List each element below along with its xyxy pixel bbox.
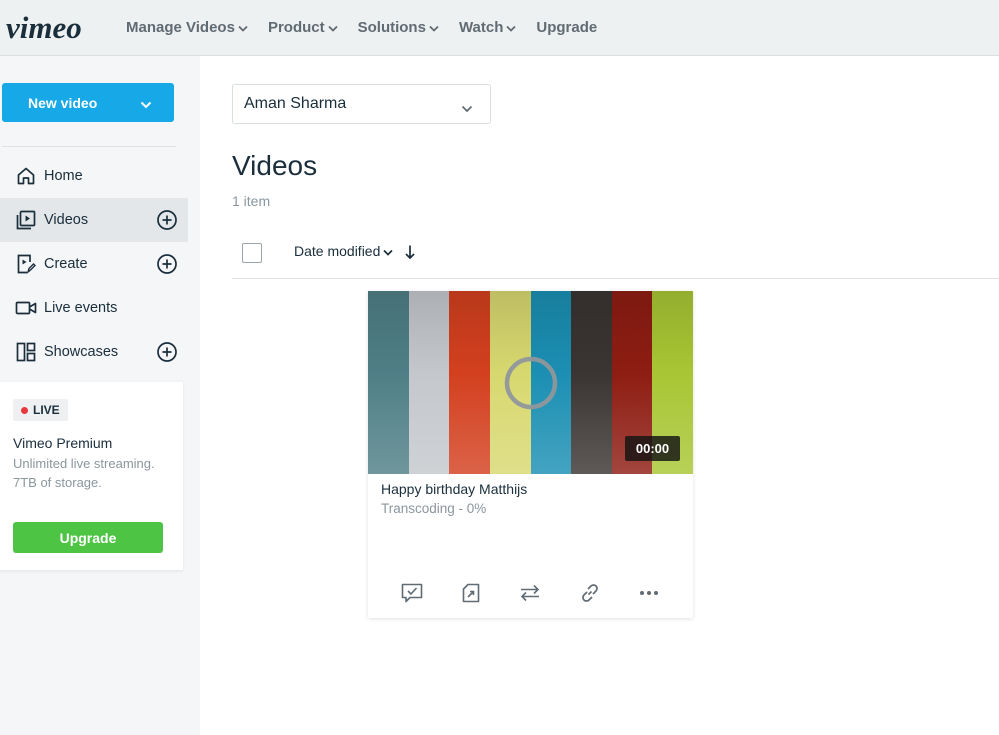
chevron-down-icon: [429, 19, 439, 36]
thumbnail-color-bar: [571, 291, 612, 474]
live-dot-icon: [21, 406, 28, 414]
chevron-down-icon: [327, 19, 338, 36]
nav-manage-videos[interactable]: Manage Videos: [126, 19, 248, 36]
video-actions: [368, 580, 693, 606]
nav-label: Solutions: [357, 19, 426, 36]
live-badge-label: LIVE: [33, 403, 60, 417]
sort-label: Date modified: [294, 243, 381, 259]
chevron-down-icon: [383, 243, 393, 259]
video-card[interactable]: 00:00 Happy birthday Matthijs Transcodin…: [368, 291, 693, 618]
chevron-down-icon: [461, 100, 473, 118]
nav-upgrade[interactable]: Upgrade: [536, 19, 597, 36]
item-count: 1 item: [232, 193, 271, 209]
nav-product[interactable]: Product: [268, 19, 338, 36]
thumbnail-color-bar: [408, 291, 450, 474]
nav-label: Watch: [458, 19, 504, 36]
sidebar-item-label: Videos: [44, 212, 89, 228]
sidebar-item-create[interactable]: Create: [0, 242, 188, 286]
sidebar-item-showcases[interactable]: Showcases: [0, 330, 188, 374]
vimeo-logo[interactable]: vimeo: [6, 8, 110, 48]
list-divider: [232, 278, 999, 279]
video-status: Transcoding - 0%: [381, 501, 487, 516]
live-badge: LIVE: [13, 399, 68, 421]
camera-icon: [15, 297, 37, 319]
sidebar-item-label: Live events: [44, 300, 118, 316]
sidebar-item-home[interactable]: Home: [0, 154, 188, 198]
sidebar-item-label: Showcases: [44, 344, 119, 360]
sidebar: New video Home Videos Create Live events: [0, 56, 200, 735]
select-all-checkbox[interactable]: [242, 243, 262, 263]
video-title[interactable]: Happy birthday Matthijs: [381, 481, 527, 497]
more-icon[interactable]: [636, 580, 662, 606]
sidebar-item-videos[interactable]: Videos: [0, 198, 188, 242]
sort-by-dropdown[interactable]: Date modified: [294, 243, 393, 259]
account-name: Aman Sharma: [244, 95, 347, 112]
top-navigation: vimeo Manage Videos Product Solutions Wa…: [0, 0, 999, 56]
svg-text:vimeo: vimeo: [6, 11, 82, 45]
thumbnail-color-bar: [449, 291, 490, 474]
sidebar-item-label: Home: [44, 168, 83, 184]
nav-label: Manage Videos: [126, 19, 235, 36]
review-icon[interactable]: [399, 580, 425, 606]
premium-promo-card: LIVE Vimeo Premium Unlimited live stream…: [0, 382, 183, 570]
export-icon[interactable]: [458, 580, 484, 606]
new-video-label: New video: [28, 94, 98, 111]
transfer-icon[interactable]: [517, 580, 543, 606]
add-create-icon[interactable]: [156, 253, 178, 275]
loading-spinner-icon: [503, 355, 559, 411]
video-duration: 00:00: [625, 436, 680, 461]
nav-solutions[interactable]: Solutions: [358, 19, 439, 36]
page-title: Videos: [232, 150, 318, 181]
sort-direction-arrow-icon[interactable]: [403, 244, 417, 260]
video-library-icon: [15, 209, 37, 231]
upgrade-button[interactable]: Upgrade: [13, 522, 163, 553]
sidebar-item-label: Create: [44, 256, 88, 272]
nav-label: Upgrade: [536, 19, 598, 36]
create-icon: [15, 253, 37, 275]
add-showcase-icon[interactable]: [156, 341, 178, 363]
nav-label: Product: [267, 19, 325, 36]
chevron-down-icon: [506, 19, 517, 36]
account-selector[interactable]: Aman Sharma: [232, 84, 491, 124]
showcases-icon: [15, 341, 37, 363]
link-icon[interactable]: [577, 580, 603, 606]
promo-description: Unlimited live streaming. 7TB of storage…: [13, 456, 155, 490]
thumbnail-color-bar: [368, 291, 409, 474]
sidebar-divider: [2, 146, 176, 147]
new-video-button[interactable]: New video: [2, 83, 174, 122]
chevron-down-icon: [238, 19, 248, 36]
home-icon: [15, 165, 37, 187]
chevron-down-icon[interactable]: [140, 96, 152, 112]
sidebar-item-live-events[interactable]: Live events: [0, 286, 188, 330]
promo-title: Vimeo Premium: [13, 435, 113, 451]
add-video-icon[interactable]: [156, 209, 178, 231]
nav-watch[interactable]: Watch: [458, 19, 517, 36]
